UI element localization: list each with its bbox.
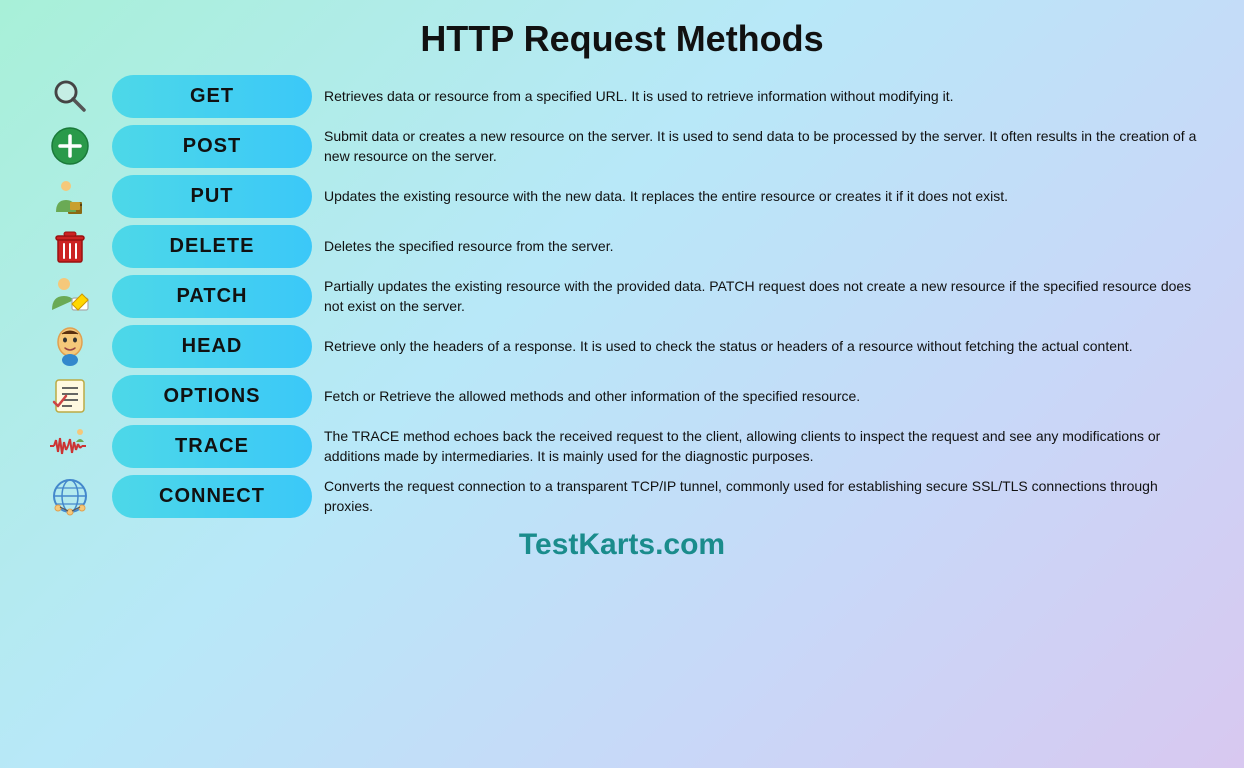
put-description: Updates the existing resource with the n…	[324, 186, 1204, 206]
delete-icon	[40, 224, 100, 268]
method-row-post: POST Submit data or creates a new resourc…	[40, 124, 1204, 168]
put-badge: PUT	[112, 175, 312, 218]
post-icon	[40, 124, 100, 168]
method-row-get: GET Retrieves data or resource from a spe…	[40, 74, 1204, 118]
method-row-connect: CONNECT Converts the request connection t…	[40, 474, 1204, 518]
delete-badge: DELETE	[112, 225, 312, 268]
page-title: HTTP Request Methods	[420, 18, 823, 60]
head-description: Retrieve only the headers of a response.…	[324, 336, 1204, 356]
brand-footer: TestKarts.com	[519, 528, 725, 562]
trace-description: The TRACE method echoes back the receive…	[324, 426, 1204, 467]
delete-description: Deletes the specified resource from the …	[324, 236, 1204, 256]
get-description: Retrieves data or resource from a specif…	[324, 86, 1204, 106]
patch-description: Partially updates the existing resource …	[324, 276, 1204, 317]
connect-description: Converts the request connection to a tra…	[324, 476, 1204, 517]
trace-badge: TRACE	[112, 425, 312, 468]
method-row-trace: TRACE The TRACE method echoes back the re…	[40, 424, 1204, 468]
get-icon	[40, 74, 100, 118]
post-badge: POST	[112, 125, 312, 168]
head-badge: HEAD	[112, 325, 312, 368]
options-icon	[40, 374, 100, 418]
options-description: Fetch or Retrieve the allowed methods an…	[324, 386, 1204, 406]
methods-list: GET Retrieves data or resource from a spe…	[40, 74, 1204, 518]
method-row-delete: DELETE Deletes the specified resource fro…	[40, 224, 1204, 268]
patch-icon	[40, 274, 100, 318]
post-description: Submit data or creates a new resource on…	[324, 126, 1204, 167]
method-row-patch: PATCH Partially updates the existing reso…	[40, 274, 1204, 318]
head-icon	[40, 324, 100, 368]
method-row-options: OPTIONS Fetch or Retrieve the allowed met…	[40, 374, 1204, 418]
options-badge: OPTIONS	[112, 375, 312, 418]
trace-icon	[40, 424, 100, 468]
put-icon	[40, 174, 100, 218]
connect-badge: CONNECT	[112, 475, 312, 518]
get-badge: GET	[112, 75, 312, 118]
method-row-head: HEAD Retrieve only the headers of a respo…	[40, 324, 1204, 368]
connect-icon	[40, 474, 100, 518]
method-row-put: PUT Updates the existing resource with th…	[40, 174, 1204, 218]
patch-badge: PATCH	[112, 275, 312, 318]
